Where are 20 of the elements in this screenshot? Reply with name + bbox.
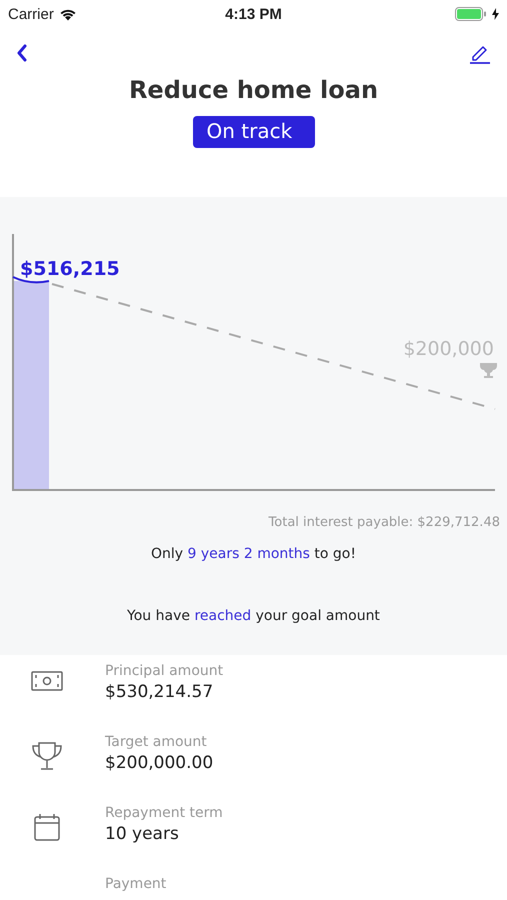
chart-drawing: $516,215 $200,000	[0, 197, 507, 497]
goal-message: You have reached your goal amount	[126, 608, 381, 624]
wifi-icon	[58, 8, 77, 20]
detail-value: $200,000.00	[105, 753, 214, 773]
calendar-icon	[34, 813, 60, 841]
detail-value: $530,214.57	[105, 682, 214, 702]
status-badge: On track	[192, 116, 314, 148]
time-left-text: Only 9 years 2 months to go!	[150, 546, 357, 562]
clock-time: 4:13 PM	[225, 6, 282, 22]
banknote-icon	[30, 671, 62, 691]
detail-label: Repayment term	[105, 805, 223, 821]
goal-title: Reduce home loan	[128, 76, 380, 104]
detail-label: Target amount	[105, 734, 208, 750]
total-interest-text: Total interest payable: $229,712.48	[268, 515, 501, 530]
detail-value: 10 years	[105, 824, 180, 844]
carrier-name: Carrier	[8, 6, 54, 22]
detail-label: Principal amount	[105, 663, 224, 679]
trophy-icon	[30, 742, 62, 771]
detail-label: Payment	[105, 876, 166, 892]
battery-icon	[455, 7, 487, 21]
